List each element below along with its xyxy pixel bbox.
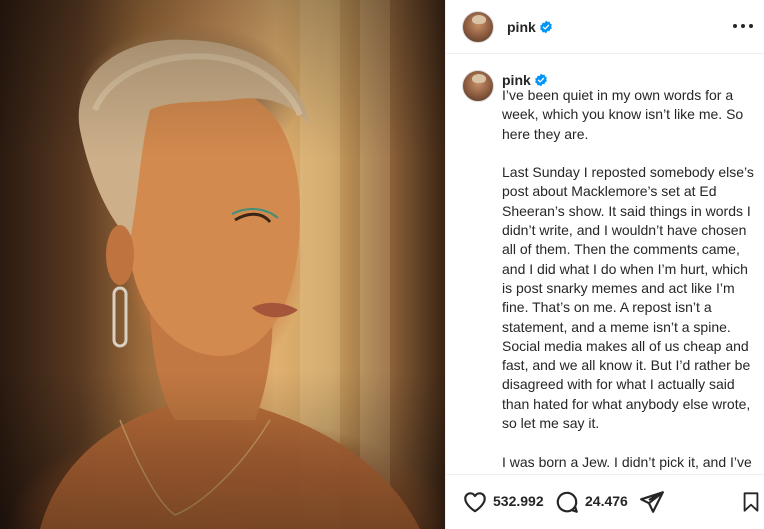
like-count[interactable]: 532.992 <box>493 493 544 509</box>
caption-paragraph: Last Sunday I reposted somebody else’s p… <box>502 164 754 432</box>
photo-shade <box>0 0 445 529</box>
comment-count[interactable]: 24.476 <box>585 493 628 509</box>
share-icon[interactable] <box>639 489 665 515</box>
caption-scroll[interactable]: pink I’ve been quiet in my own words for… <box>446 0 764 474</box>
comment-icon[interactable] <box>554 489 580 515</box>
save-bookmark-icon[interactable] <box>740 489 762 515</box>
action-bar: 532.992 24.476 <box>446 474 764 529</box>
post-photo[interactable] <box>0 0 445 529</box>
post-sidebar: pink pink I’ve been quiet in my own word… <box>445 0 764 529</box>
caption-paragraph: I was born a Jew. I didn’t pick it, and … <box>502 453 752 474</box>
verified-badge-icon <box>535 73 547 87</box>
caption-avatar[interactable] <box>462 70 494 102</box>
caption-paragraph: I’ve been quiet in my own words for a we… <box>502 87 744 142</box>
caption-text: I’ve been quiet in my own words for a we… <box>502 86 757 474</box>
like-heart-icon[interactable] <box>462 489 488 515</box>
